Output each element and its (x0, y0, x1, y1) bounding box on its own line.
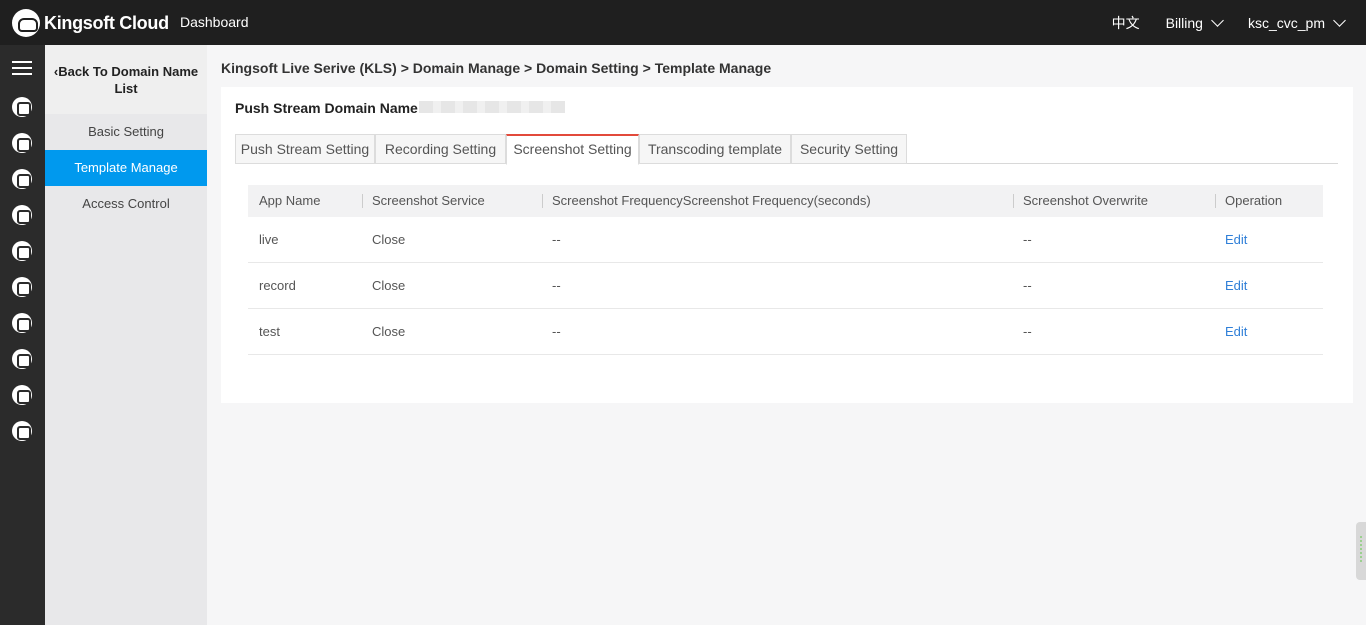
table-row: test Close -- -- Edit (248, 309, 1323, 355)
header-screenshot-overwrite: Screenshot Overwrite (1013, 185, 1148, 217)
tab-transcoding-template[interactable]: Transcoding template (639, 134, 791, 164)
cell-screenshot-overwrite: -- (1023, 232, 1032, 247)
menu-icon[interactable] (12, 61, 32, 75)
billing-label: Billing (1165, 15, 1203, 31)
chevron-down-icon (1211, 14, 1224, 27)
cell-screenshot-frequency: -- (552, 278, 561, 293)
server-icon[interactable] (12, 133, 32, 153)
edit-link[interactable]: Edit (1225, 309, 1247, 355)
tab-recording-setting[interactable]: Recording Setting (375, 134, 506, 164)
table-row: record Close -- -- Edit (248, 263, 1323, 309)
domain-name-value-redacted (419, 101, 565, 113)
cloud-logo-icon (12, 9, 40, 37)
list-icon[interactable] (12, 421, 32, 441)
cell-screenshot-service: Close (372, 324, 406, 339)
user-name: ksc_cvc_pm (1247, 15, 1325, 31)
database-icon[interactable] (12, 205, 32, 225)
upload-icon[interactable] (12, 385, 32, 405)
cell-screenshot-service: Close (372, 232, 406, 247)
chevron-down-icon (1333, 14, 1346, 27)
edit-link[interactable]: Edit (1225, 263, 1247, 309)
cloud-monitor-icon[interactable] (12, 97, 32, 117)
cell-app-name: record (259, 278, 296, 293)
table-row: live Close -- -- Edit (248, 217, 1323, 263)
feedback-handle[interactable] (1356, 522, 1366, 580)
cell-screenshot-overwrite: -- (1023, 324, 1032, 339)
network-icon[interactable] (12, 169, 32, 189)
sidebar-item-basic-setting[interactable]: Basic Setting (45, 114, 207, 150)
video-icon[interactable] (12, 241, 32, 261)
cdn-icon[interactable] (12, 313, 32, 333)
header-screenshot-frequency: Screenshot FrequencyScreenshot Frequency… (542, 185, 871, 217)
header-operation: Operation (1214, 185, 1282, 217)
share-icon[interactable] (12, 277, 32, 297)
tab-bar: Push Stream Setting Recording Setting Sc… (235, 134, 1338, 165)
back-to-domain-list-button[interactable]: ‹Back To Domain Name List (45, 45, 207, 114)
screenshot-table: App Name Screenshot Service Screenshot F… (248, 185, 1323, 355)
brand-name: Kingsoft Cloud (44, 12, 169, 33)
tab-push-stream-setting[interactable]: Push Stream Setting (235, 134, 375, 164)
language-switch[interactable]: 中文 (1112, 13, 1140, 33)
cell-screenshot-frequency: -- (552, 324, 561, 339)
cell-app-name: live (259, 232, 279, 247)
cell-screenshot-overwrite: -- (1023, 278, 1032, 293)
table-header: App Name Screenshot Service Screenshot F… (248, 185, 1323, 217)
cell-screenshot-service: Close (372, 278, 406, 293)
cell-screenshot-frequency: -- (552, 232, 561, 247)
tab-screenshot-setting[interactable]: Screenshot Setting (506, 134, 639, 165)
domain-name-label: Push Stream Domain Name: (235, 100, 423, 116)
icon-rail (0, 45, 45, 625)
tab-security-setting[interactable]: Security Setting (791, 134, 907, 164)
sidebar-item-template-manage[interactable]: Template Manage (45, 150, 207, 186)
sidebar-item-access-control[interactable]: Access Control (45, 186, 207, 222)
billing-menu[interactable]: Billing (1165, 14, 1224, 31)
user-menu[interactable]: ksc_cvc_pm (1247, 14, 1346, 31)
back-label: Back To Domain Name List (58, 64, 199, 96)
cell-app-name: test (259, 324, 280, 339)
dashboard-link[interactable]: Dashboard (180, 14, 249, 30)
storage-icon[interactable] (12, 349, 32, 369)
header-app-name: App Name (259, 193, 321, 208)
top-bar: Kingsoft Cloud Dashboard 中文 Billing ksc_… (0, 0, 1366, 45)
sidebar: ‹Back To Domain Name List Basic Setting … (45, 45, 207, 625)
edit-link[interactable]: Edit (1225, 217, 1247, 263)
brand-logo[interactable]: Kingsoft Cloud (12, 8, 169, 38)
main-panel: Push Stream Domain Name: Push Stream Set… (221, 87, 1353, 403)
breadcrumb: Kingsoft Live Serive (KLS) > Domain Mana… (221, 60, 772, 76)
top-right-menu: 中文 Billing ksc_cvc_pm (1086, 13, 1346, 33)
header-screenshot-service: Screenshot Service (362, 185, 485, 217)
